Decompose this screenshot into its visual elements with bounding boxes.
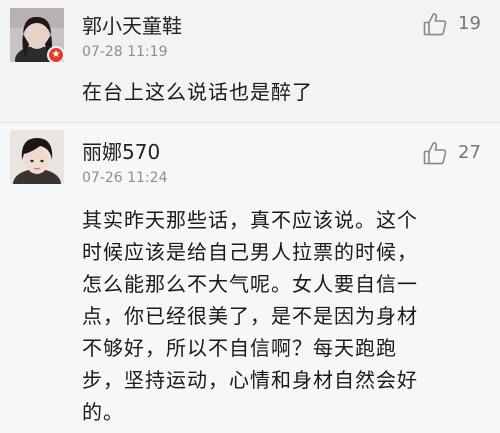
comment-text: 其实昨天那些话，真不应该说。这个 时候应该是给自己男人拉票的时候， 怎么能那么不…	[82, 208, 418, 424]
like-count: 27	[458, 142, 481, 163]
thumbs-up-icon	[423, 142, 447, 165]
avatar-image	[10, 130, 64, 184]
thumbs-up-icon	[423, 13, 447, 36]
username[interactable]: 丽娜570	[82, 136, 160, 165]
like-button[interactable]: 19	[422, 10, 500, 38]
comment-text: 在台上这么说话也是醉了	[82, 80, 313, 104]
username[interactable]: 郭小天童鞋	[82, 10, 182, 39]
verified-badge-icon: ★	[47, 46, 65, 64]
comment-time: 07-26 11:24	[82, 170, 168, 186]
user-avatar[interactable]	[10, 130, 64, 184]
comment-item: ★ 郭小天童鞋 07-28 11:19 19 在台上这么说话也是醉了	[0, 0, 500, 122]
like-count: 19	[458, 13, 481, 34]
like-button[interactable]: 27	[422, 139, 500, 167]
comment-item: 丽娜570 07-26 11:24 27 其实昨天那些话，真不应该说。这个 时候…	[0, 123, 500, 433]
comment-time: 07-28 11:19	[82, 44, 168, 60]
